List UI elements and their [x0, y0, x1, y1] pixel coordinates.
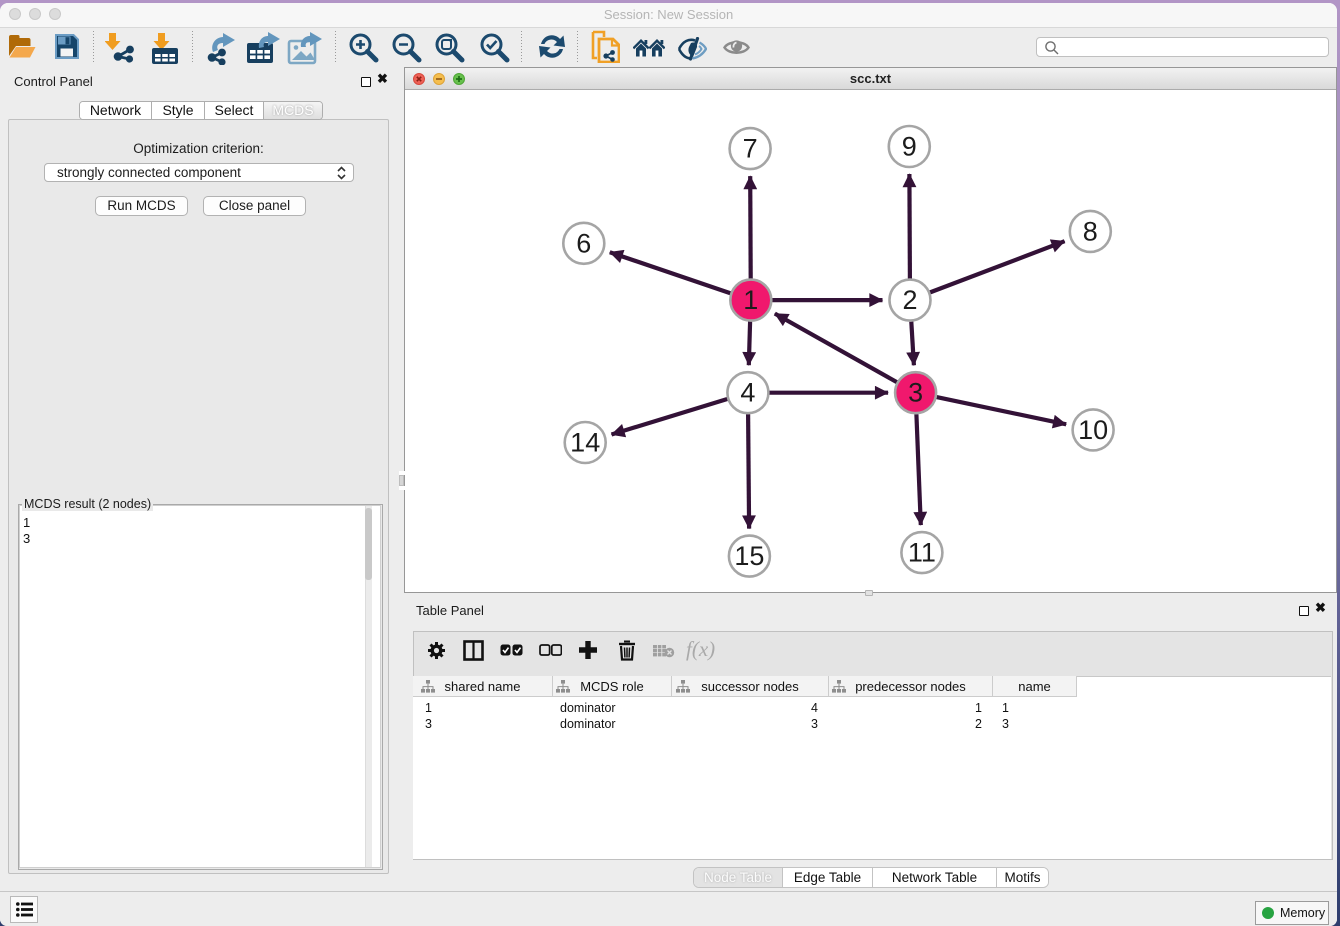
svg-text:10: 10	[1078, 415, 1108, 445]
svg-text:6: 6	[576, 228, 591, 258]
svg-text:15: 15	[734, 541, 764, 571]
svg-text:7: 7	[743, 134, 758, 164]
svg-text:8: 8	[1083, 216, 1098, 246]
svg-text:11: 11	[908, 538, 936, 568]
svg-text:9: 9	[902, 132, 917, 162]
svg-text:14: 14	[570, 428, 600, 458]
svg-text:3: 3	[908, 378, 923, 408]
svg-text:2: 2	[902, 285, 917, 315]
svg-text:4: 4	[740, 378, 755, 408]
svg-text:1: 1	[743, 285, 758, 315]
